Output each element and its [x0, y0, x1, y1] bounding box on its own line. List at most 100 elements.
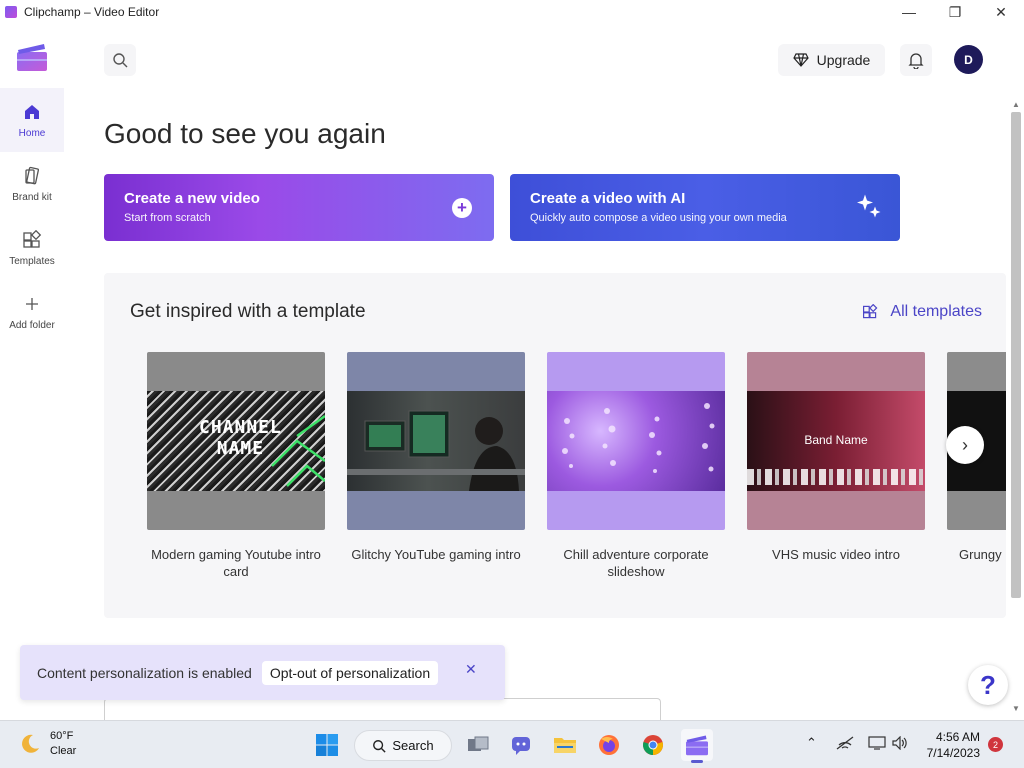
system-clock[interactable]: 4:56 AM 7/14/2023 — [920, 729, 980, 761]
template-name: Chill adventure corporate slideshow — [563, 547, 709, 579]
template-thumbnail: CHANNEL NAME — [147, 352, 325, 530]
page-scrollbar[interactable]: ▲ ▼ — [1008, 96, 1024, 720]
clock-date: 7/14/2023 — [926, 746, 980, 760]
sidebar-item-label: Templates — [9, 255, 55, 267]
carousel-next-button[interactable]: › — [946, 426, 984, 464]
window-title: Clipchamp – Video Editor — [24, 5, 160, 19]
chrome-button[interactable] — [637, 729, 669, 761]
scroll-down-icon[interactable]: ▼ — [1012, 704, 1020, 713]
taskbar-search[interactable]: Search — [354, 730, 452, 761]
sparkle-icon — [856, 192, 882, 223]
sidebar-item-label: Home — [18, 127, 46, 139]
weather-widget[interactable]: 60°F Clear — [18, 729, 76, 759]
cta-title: Create a video with AI — [530, 190, 686, 207]
moon-icon — [22, 734, 39, 753]
create-new-video-button[interactable]: Create a new video Start from scratch + — [104, 174, 494, 241]
clipchamp-taskbar-button[interactable] — [681, 729, 713, 763]
personalization-toast: Content personalization is enabled Opt-o… — [20, 645, 505, 700]
question-icon: ? — [980, 669, 996, 700]
task-view-button[interactable] — [462, 729, 494, 761]
teams-chat-button[interactable] — [505, 729, 537, 761]
band-name-overlay: Band Name — [804, 433, 868, 447]
sidebar-item-brand-kit[interactable]: Brand kit — [0, 152, 64, 216]
chat-icon — [512, 737, 530, 755]
create-video-with-ai-button[interactable]: Create a video with AI Quickly auto comp… — [510, 174, 900, 241]
firefox-icon — [599, 735, 619, 755]
taskbar-search-label: Search — [392, 738, 434, 753]
template-thumbnail — [547, 352, 725, 530]
section-title: Get inspired with a template — [130, 301, 366, 322]
diamond-icon — [792, 53, 809, 67]
sidebar-item-label: Brand kit — [12, 191, 52, 203]
start-button[interactable] — [311, 729, 343, 761]
close-icon[interactable]: ✕ — [465, 661, 477, 678]
add-icon — [22, 294, 42, 314]
search-button[interactable] — [104, 44, 136, 76]
title-bar: Clipchamp – Video Editor — ❐ ✕ — [0, 0, 1024, 24]
search-icon — [113, 53, 128, 68]
help-button[interactable]: ? — [968, 665, 1008, 705]
network-icon[interactable] — [836, 736, 854, 753]
chrome-icon — [643, 735, 663, 755]
file-explorer-button[interactable] — [549, 729, 581, 761]
sidebar: Home Brand kit Templates Add folder — [0, 24, 64, 720]
clipchamp-app-icon — [5, 6, 17, 18]
template-card[interactable]: CHANNEL NAME Modern gaming Youtube intro… — [147, 352, 325, 580]
sidebar-item-home[interactable]: Home — [0, 88, 64, 152]
volume-icon[interactable] — [892, 735, 908, 753]
template-thumbnail: Band Name — [747, 352, 925, 530]
channel-name-overlay: CHANNEL NAME — [199, 417, 282, 459]
sidebar-item-label: Add folder — [9, 319, 55, 331]
brand-kit-icon — [22, 166, 42, 186]
content-card-partial — [104, 698, 661, 720]
clipchamp-logo[interactable] — [16, 42, 48, 72]
scrollbar-thumb[interactable] — [1011, 112, 1021, 598]
sidebar-item-add-folder[interactable]: Add folder — [0, 280, 64, 344]
all-templates-label: All templates — [890, 303, 982, 320]
notification-badge[interactable]: 2 — [988, 737, 1003, 752]
bell-icon — [908, 53, 924, 69]
task-view-icon — [468, 736, 489, 751]
template-name: Grungy — [959, 547, 1002, 562]
page-title: Good to see you again — [104, 118, 386, 149]
template-name: Glitchy YouTube gaming intro — [351, 547, 521, 562]
close-window-button[interactable]: ✕ — [978, 0, 1024, 24]
templates-icon — [22, 229, 42, 250]
cta-subtitle: Start from scratch — [124, 212, 211, 224]
templates-icon — [863, 304, 878, 319]
toast-message: Content personalization is enabled — [37, 664, 252, 681]
clipchamp-icon — [686, 735, 708, 756]
search-icon — [373, 739, 387, 753]
clock-time: 4:56 AM — [935, 730, 980, 744]
notifications-button[interactable] — [900, 44, 932, 76]
folder-icon — [554, 738, 576, 753]
weather-desc: Clear — [50, 745, 77, 757]
template-card[interactable]: Chill adventure corporate slideshow — [547, 352, 725, 580]
weather-temp: 60°F — [50, 730, 74, 742]
template-name: VHS music video intro — [772, 547, 900, 562]
template-name: Modern gaming Youtube intro card — [151, 547, 321, 579]
plus-circle-icon: + — [452, 197, 472, 218]
cta-title: Create a new video — [124, 190, 260, 207]
maximize-button[interactable]: ❐ — [932, 0, 978, 24]
upgrade-button[interactable]: Upgrade — [778, 44, 885, 76]
display-icon[interactable] — [868, 736, 886, 753]
minimize-button[interactable]: — — [886, 0, 932, 24]
taskbar: 60°F Clear Search ⌃ 4:56 AM 7/14/2023 2 — [0, 720, 1024, 768]
scroll-up-icon[interactable]: ▲ — [1012, 100, 1020, 109]
opt-out-button[interactable]: Opt-out of personalization — [261, 660, 439, 685]
windows-icon — [316, 734, 338, 756]
avatar[interactable]: D — [954, 45, 983, 74]
template-card[interactable]: Band Name VHS music video intro — [747, 352, 925, 563]
all-templates-link[interactable]: All templates — [862, 303, 982, 321]
chevron-up-icon[interactable]: ⌃ — [806, 735, 817, 751]
firefox-button[interactable] — [593, 729, 625, 761]
template-card[interactable]: Glitchy YouTube gaming intro — [347, 352, 525, 563]
upgrade-label: Upgrade — [816, 52, 871, 68]
templates-section: Get inspired with a template All templat… — [104, 273, 1006, 618]
sidebar-item-templates[interactable]: Templates — [0, 216, 64, 280]
home-icon — [22, 102, 42, 122]
template-thumbnail — [347, 352, 525, 530]
chevron-right-icon: › — [962, 434, 968, 455]
cta-subtitle: Quickly auto compose a video using your … — [530, 212, 787, 224]
